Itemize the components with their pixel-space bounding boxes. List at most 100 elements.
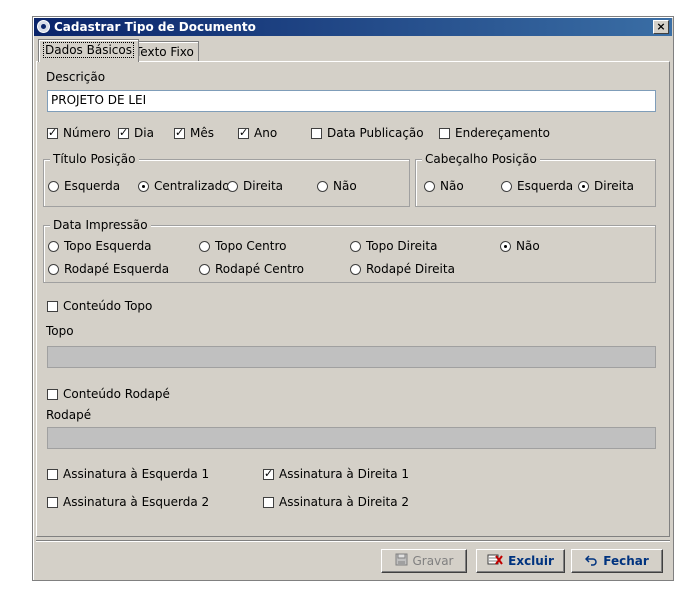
fechar-button[interactable]: Fechar [571, 549, 663, 573]
radio-dot [227, 180, 238, 192]
conteudo-topo-checkbox[interactable]: Conteúdo Topo [47, 299, 152, 313]
group-legend: Cabeçalho Posição [422, 152, 540, 166]
mes-checkbox[interactable]: Mês [174, 126, 214, 140]
checkbox-label: Endereçamento [455, 126, 550, 140]
assinatura-direita-1-checkbox[interactable]: Assinatura à Direita 1 [263, 467, 409, 481]
radio-dot [48, 180, 59, 192]
button-label: Fechar [603, 554, 649, 568]
titulo-esquerda-radio[interactable]: Esquerda [48, 179, 120, 193]
close-button[interactable]: × [653, 20, 669, 34]
app-icon [37, 20, 50, 33]
tab-panel: Descrição PROJETO DE LEI Número Dia Mês … [36, 61, 670, 537]
tab-label: Texto Fixo [135, 45, 194, 59]
checkbox-box [47, 388, 58, 400]
radio-dot [48, 263, 59, 275]
radio-dot [350, 240, 361, 252]
dia-checkbox[interactable]: Dia [118, 126, 154, 140]
radio-dot [48, 240, 59, 252]
tab-label: Dados Básicos [43, 42, 134, 58]
radio-label: Topo Esquerda [64, 239, 152, 253]
radio-dot [424, 180, 435, 192]
checkbox-label: Número [63, 126, 111, 140]
radio-label: Não [333, 179, 357, 193]
checkbox-label: Mês [190, 126, 214, 140]
checkbox-label: Assinatura à Esquerda 2 [63, 495, 210, 509]
titulo-posicao-group: Título Posição Esquerda Centralizado Dir… [43, 152, 410, 207]
radio-label: Rodapé Centro [215, 262, 305, 276]
excluir-button[interactable]: Excluir [476, 549, 565, 573]
ano-checkbox[interactable]: Ano [238, 126, 277, 140]
gravar-button[interactable]: Gravar [381, 549, 467, 573]
checkbox-label: Conteúdo Topo [63, 299, 153, 313]
checkbox-box [118, 126, 129, 139]
tab-texto-fixo[interactable]: Texto Fixo [130, 41, 199, 61]
radio-label: Centralizado [154, 179, 230, 193]
radio-dot [501, 180, 512, 192]
tab-dados-basicos[interactable]: Dados Básicos [38, 39, 139, 62]
assinatura-esquerda-1-checkbox[interactable]: Assinatura à Esquerda 1 [47, 467, 209, 481]
radio-label: Não [516, 239, 540, 253]
button-label: Excluir [508, 554, 554, 568]
data-topo-direita-radio[interactable]: Topo Direita [350, 239, 437, 253]
titulo-centralizado-radio[interactable]: Centralizado [138, 179, 230, 193]
data-topo-centro-radio[interactable]: Topo Centro [199, 239, 287, 253]
radio-dot [199, 240, 210, 252]
data-nao-radio[interactable]: Não [500, 239, 540, 253]
radio-dot [350, 263, 361, 275]
radio-label: Rodapé Direita [366, 262, 455, 276]
descricao-input[interactable]: PROJETO DE LEI [47, 90, 656, 112]
checkbox-box [238, 126, 249, 139]
radio-dot [138, 180, 149, 192]
radio-label: Rodapé Esquerda [64, 262, 170, 276]
checkbox-box [311, 127, 322, 139]
checkbox-box [174, 126, 185, 139]
radio-dot [500, 240, 511, 252]
data-impressao-group: Data Impressão Topo Esquerda Topo Centro… [43, 218, 656, 283]
delete-icon [487, 553, 503, 570]
radio-label: Esquerda [517, 179, 574, 193]
checkbox-label: Assinatura à Direita 1 [279, 467, 410, 481]
data-publicacao-checkbox[interactable]: Data Publicação [311, 126, 424, 140]
radio-label: Direita [594, 179, 635, 193]
radio-label: Direita [243, 179, 284, 193]
numero-checkbox[interactable]: Número [47, 126, 111, 140]
titulo-nao-radio[interactable]: Não [317, 179, 357, 193]
button-label: Gravar [412, 554, 454, 568]
data-rodape-esquerda-radio[interactable]: Rodapé Esquerda [48, 262, 169, 276]
titulo-direita-radio[interactable]: Direita [227, 179, 283, 193]
radio-dot [199, 263, 210, 275]
group-legend: Título Posição [50, 152, 139, 166]
data-rodape-direita-radio[interactable]: Rodapé Direita [350, 262, 455, 276]
topo-label: Topo [46, 324, 74, 338]
data-rodape-centro-radio[interactable]: Rodapé Centro [199, 262, 304, 276]
rodape-label: Rodapé [46, 408, 92, 422]
cabecalho-posicao-group: Cabeçalho Posição Não Esquerda Direita [415, 152, 656, 207]
window-title: Cadastrar Tipo de Documento [54, 20, 256, 34]
data-topo-esquerda-radio[interactable]: Topo Esquerda [48, 239, 152, 253]
checkbox-label: Conteúdo Rodapé [63, 387, 170, 401]
assinatura-direita-2-checkbox[interactable]: Assinatura à Direita 2 [263, 495, 409, 509]
radio-label: Topo Direita [366, 239, 438, 253]
cabecalho-nao-radio[interactable]: Não [424, 179, 464, 193]
radio-label: Não [440, 179, 464, 193]
assinatura-esquerda-2-checkbox[interactable]: Assinatura à Esquerda 2 [47, 495, 209, 509]
checkbox-box [263, 467, 274, 480]
conteudo-rodape-checkbox[interactable]: Conteúdo Rodapé [47, 387, 170, 401]
group-legend: Data Impressão [50, 218, 151, 232]
footer-separator [36, 540, 670, 542]
rodape-input[interactable] [47, 427, 656, 449]
radio-label: Topo Centro [215, 239, 287, 253]
radio-dot [317, 180, 328, 192]
checkbox-box [47, 496, 58, 508]
title-bar[interactable]: Cadastrar Tipo de Documento × [34, 18, 672, 36]
topo-input[interactable] [47, 346, 656, 368]
checkbox-label: Data Publicação [327, 126, 424, 140]
cabecalho-direita-radio[interactable]: Direita [578, 179, 634, 193]
checkbox-box [47, 300, 58, 312]
enderecamento-checkbox[interactable]: Endereçamento [439, 126, 550, 140]
cabecalho-esquerda-radio[interactable]: Esquerda [501, 179, 573, 193]
dialog-window: Cadastrar Tipo de Documento × Dados Bási… [32, 16, 674, 581]
checkbox-box [439, 127, 450, 139]
checkbox-box [47, 126, 58, 139]
radio-dot [578, 180, 589, 192]
